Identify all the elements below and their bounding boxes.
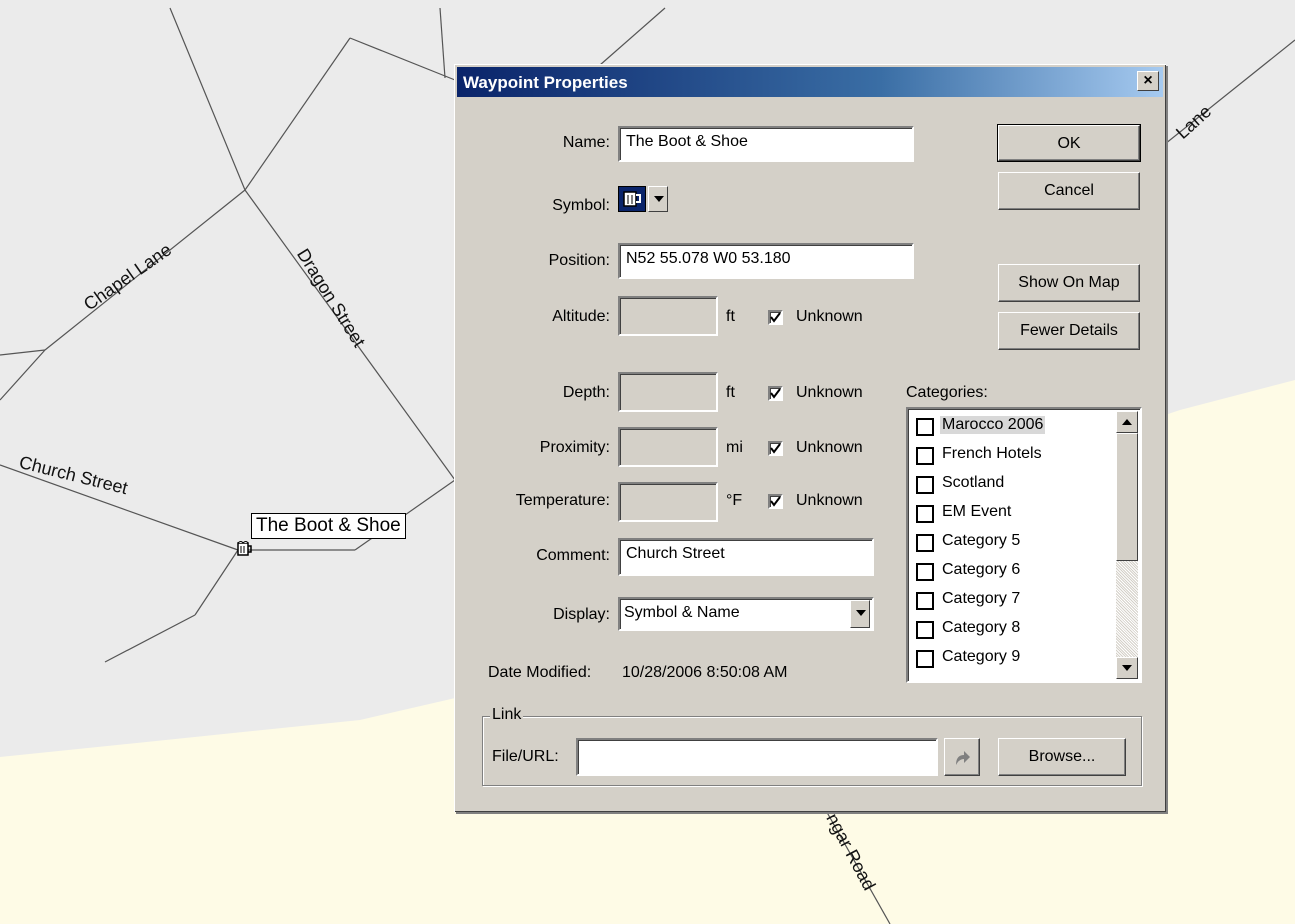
- open-link-button[interactable]: [944, 738, 980, 776]
- symbol-label: Symbol:: [552, 197, 610, 214]
- date-modified-value: 10/28/2006 8:50:08 AM: [622, 664, 788, 681]
- browse-button[interactable]: Browse...: [998, 738, 1126, 776]
- depth-unit: ft: [726, 384, 735, 401]
- display-selected-value: Symbol & Name: [624, 604, 740, 621]
- categories-label: Categories:: [906, 384, 988, 401]
- fewer-details-button[interactable]: Fewer Details: [998, 312, 1140, 350]
- chevron-up-icon: [1122, 419, 1132, 425]
- altitude-unknown-checkbox[interactable]: [768, 310, 783, 325]
- proximity-unknown-label[interactable]: Unknown: [796, 439, 863, 457]
- category-name: Category 7: [942, 590, 1021, 607]
- altitude-unit: ft: [726, 308, 735, 325]
- comment-field[interactable]: Church Street: [618, 538, 874, 576]
- category-checkbox[interactable]: [916, 621, 934, 639]
- checkmark-icon: [770, 443, 781, 454]
- link-group-title: Link: [490, 706, 524, 724]
- display-select[interactable]: Symbol & Name: [618, 597, 874, 631]
- category-checkbox[interactable]: [916, 418, 934, 436]
- proximity-field[interactable]: [618, 427, 718, 467]
- depth-label: Depth:: [562, 384, 610, 401]
- category-checkbox[interactable]: [916, 563, 934, 581]
- proximity-label: Proximity:: [539, 439, 610, 456]
- chevron-down-icon: [1122, 665, 1132, 671]
- temperature-unit: °F: [726, 492, 743, 509]
- position-field[interactable]: N52 55.078 W0 53.180: [618, 243, 914, 279]
- temperature-unknown-checkbox[interactable]: [768, 494, 783, 509]
- proximity-unit: mi: [726, 439, 743, 456]
- beer-mug-icon[interactable]: [236, 540, 254, 556]
- symbol-dropdown-button[interactable]: [648, 186, 668, 212]
- temperature-unknown-label[interactable]: Unknown: [796, 492, 863, 510]
- scroll-up-button[interactable]: [1116, 411, 1138, 433]
- ok-button[interactable]: OK: [997, 124, 1141, 162]
- scroll-down-button[interactable]: [1116, 657, 1138, 679]
- name-field[interactable]: The Boot & Shoe: [618, 126, 914, 162]
- file-url-field[interactable]: [576, 738, 938, 776]
- category-name: Category 9: [942, 648, 1021, 665]
- category-name: Scotland: [942, 474, 1005, 491]
- categories-scrollbar[interactable]: [1116, 411, 1138, 679]
- category-name: EM Event: [942, 503, 1012, 520]
- close-icon: ×: [1143, 72, 1153, 89]
- depth-field[interactable]: [618, 372, 718, 412]
- comment-label: Comment:: [536, 547, 610, 564]
- categories-list[interactable]: Marocco 2006 French Hotels Scotland EM E…: [906, 407, 1142, 683]
- date-modified-label: Date Modified:: [488, 664, 592, 681]
- name-label: Name:: [562, 134, 610, 151]
- category-checkbox[interactable]: [916, 476, 934, 494]
- chevron-down-icon: [654, 196, 664, 202]
- category-checkbox[interactable]: [916, 650, 934, 668]
- symbol-selector[interactable]: [618, 186, 646, 212]
- category-checkbox[interactable]: [916, 505, 934, 523]
- category-name: Category 5: [942, 532, 1021, 549]
- category-checkbox[interactable]: [916, 447, 934, 465]
- temperature-field[interactable]: [618, 482, 718, 522]
- beer-mug-icon: [623, 191, 641, 207]
- depth-unknown-checkbox[interactable]: [768, 386, 783, 401]
- checkmark-icon: [770, 312, 781, 323]
- category-name: Category 8: [942, 619, 1021, 636]
- checkmark-icon: [770, 388, 781, 399]
- waypoint-map-label[interactable]: The Boot & Shoe: [251, 513, 406, 539]
- scroll-thumb[interactable]: [1116, 433, 1138, 561]
- altitude-label: Altitude:: [552, 308, 610, 325]
- dialog-title: Waypoint Properties: [463, 73, 628, 92]
- category-name: French Hotels: [942, 445, 1042, 462]
- category-name: Marocco 2006: [940, 416, 1046, 434]
- arrow-right-icon: [956, 751, 970, 765]
- close-button[interactable]: ×: [1137, 71, 1159, 91]
- position-label: Position:: [548, 252, 610, 269]
- altitude-unknown-label[interactable]: Unknown: [796, 308, 863, 326]
- temperature-label: Temperature:: [515, 492, 610, 509]
- file-url-label: File/URL:: [492, 748, 559, 765]
- category-name: Category 6: [942, 561, 1021, 578]
- checkmark-icon: [770, 496, 781, 507]
- chevron-down-icon: [856, 610, 866, 616]
- category-checkbox[interactable]: [916, 534, 934, 552]
- show-on-map-button[interactable]: Show On Map: [998, 264, 1140, 302]
- category-checkbox[interactable]: [916, 592, 934, 610]
- depth-unknown-label[interactable]: Unknown: [796, 384, 863, 402]
- waypoint-properties-dialog: Waypoint Properties × Name: The Boot & S…: [454, 64, 1166, 812]
- cancel-button[interactable]: Cancel: [998, 172, 1140, 210]
- title-bar[interactable]: Waypoint Properties ×: [457, 67, 1163, 97]
- display-label: Display:: [553, 606, 610, 623]
- display-dropdown-button[interactable]: [850, 600, 870, 628]
- altitude-field[interactable]: [618, 296, 718, 336]
- proximity-unknown-checkbox[interactable]: [768, 441, 783, 456]
